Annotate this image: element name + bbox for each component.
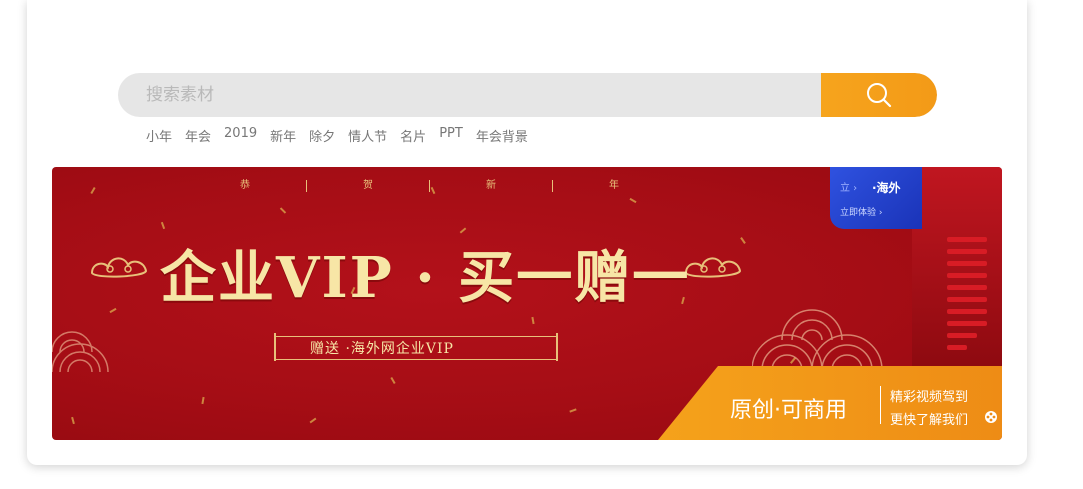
- search-bar: [118, 73, 937, 117]
- banner-subtitle-frame: 赠送 ·海外网企业VIP: [274, 333, 558, 361]
- promo-line-2: 更快了解我们: [890, 413, 969, 428]
- hot-tags: 小年 年会 2019 新年 除夕 情人节 名片 PPT 年会背景: [146, 126, 541, 145]
- promo-line-1: 精彩视频驾到: [890, 390, 969, 405]
- wave-pattern-right-icon: [752, 309, 883, 370]
- firecracker-icon: [947, 177, 997, 357]
- tag-link[interactable]: 2019: [224, 126, 257, 144]
- promo-strip[interactable]: 原创·可商用 精彩视频驾到 更快了解我们: [658, 366, 1002, 440]
- promo-banner[interactable]: 恭 贺 新 年 企业VIP · 买一赠一 赠送 ·海外网企业VIP 立 › ·海外 立…: [52, 167, 1002, 440]
- tag-link[interactable]: 情人节: [348, 126, 387, 145]
- banner-subtitle: 赠送 ·海外网企业VIP: [310, 341, 454, 357]
- overseas-badge[interactable]: 立 › ·海外 立即体验 ›: [830, 167, 922, 229]
- badge-logo-icon: 立 ›: [840, 183, 858, 194]
- greeting-char: 新: [486, 180, 496, 191]
- film-reel-icon[interactable]: [984, 410, 998, 424]
- tag-link[interactable]: 年会背景: [476, 126, 528, 145]
- tag-link[interactable]: 名片: [400, 126, 426, 145]
- search-input[interactable]: [118, 73, 820, 117]
- greeting-char: 恭: [240, 180, 250, 191]
- tag-link[interactable]: 年会: [185, 126, 211, 145]
- cloud-left-icon: [90, 257, 148, 278]
- badge-title: ·海外: [872, 181, 901, 195]
- badge-link[interactable]: 立即体验 ›: [840, 205, 882, 218]
- wave-pattern-left-icon: [52, 331, 109, 372]
- search-button[interactable]: [821, 73, 937, 117]
- tag-link[interactable]: PPT: [439, 126, 463, 144]
- greeting-char: 年: [609, 180, 619, 191]
- tag-link[interactable]: 小年: [146, 126, 172, 145]
- promo-divider: [880, 386, 881, 424]
- promo-main-text: 原创·可商用: [730, 398, 847, 423]
- tag-link[interactable]: 除夕: [309, 126, 335, 145]
- greeting-char: 贺: [363, 180, 373, 191]
- cloud-right-icon: [684, 257, 742, 278]
- search-icon: [867, 83, 892, 108]
- greeting-row: 恭贺新年: [240, 176, 619, 192]
- banner-headline: 企业VIP · 买一赠一: [160, 245, 691, 311]
- tag-link[interactable]: 新年: [270, 126, 296, 145]
